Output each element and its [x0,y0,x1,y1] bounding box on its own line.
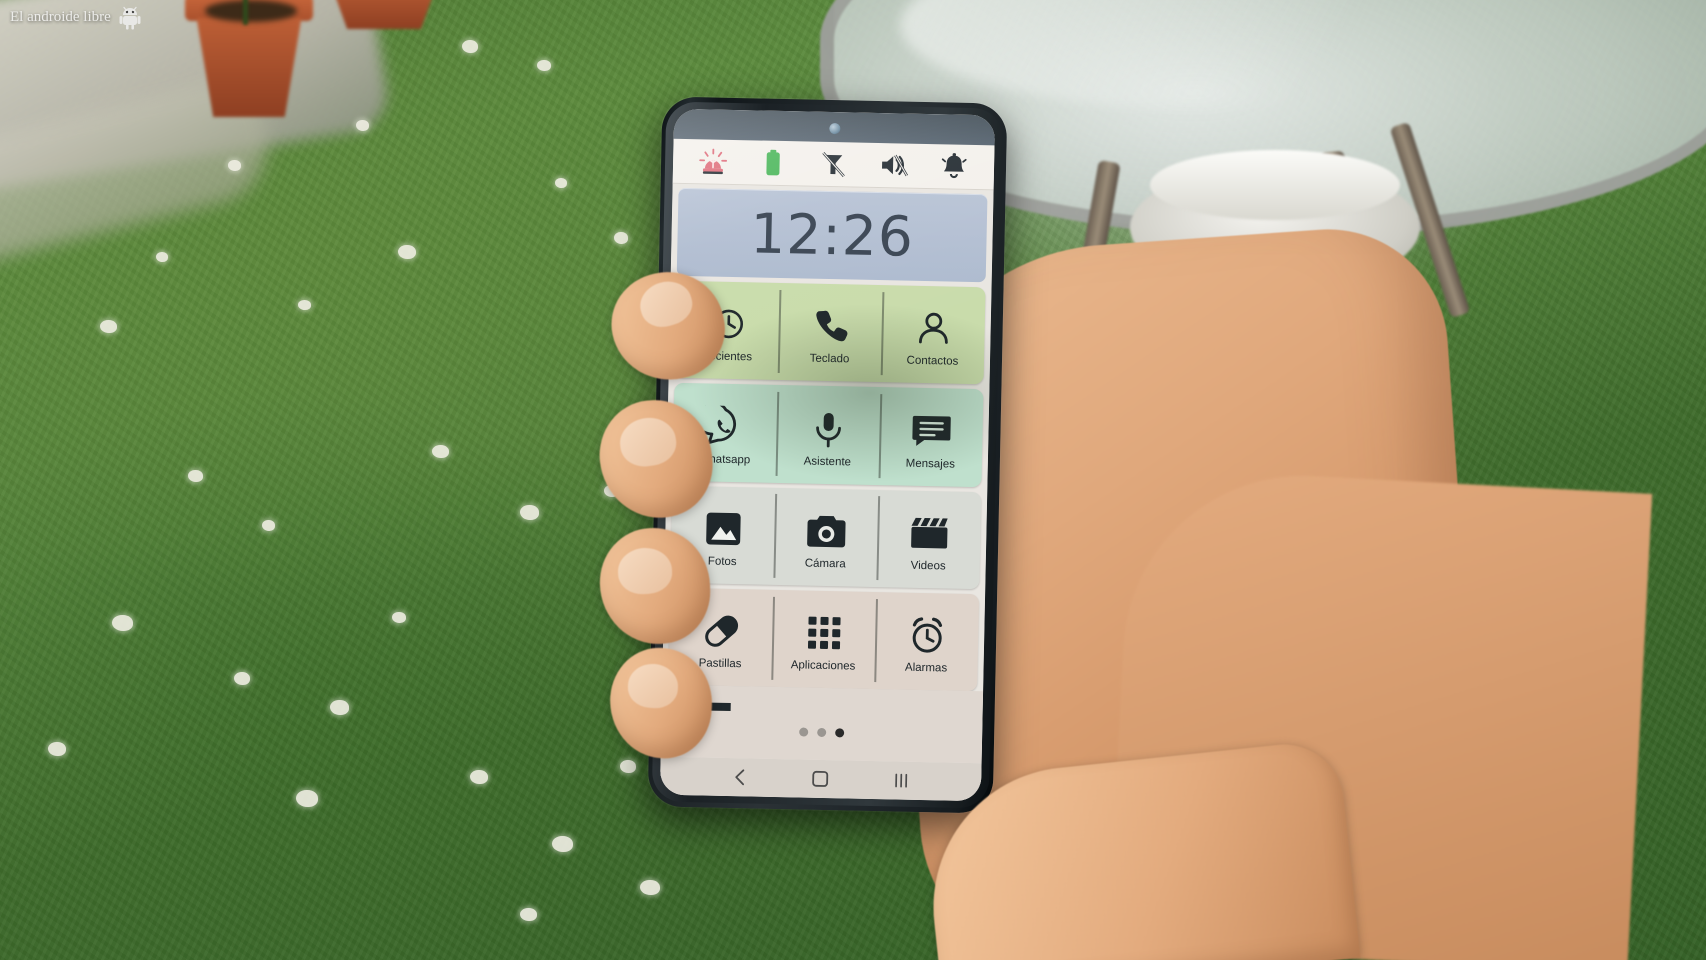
app-row-tools: Pastillas Aplicaciones Alarmas [668,587,980,692]
page-dot[interactable] [799,727,809,737]
battery-full-icon[interactable] [756,147,791,178]
app-label: Aplicaciones [790,659,856,673]
watermark-text: El androide libre [10,8,111,25]
screenshot-scene: 12:26 Recientes Teclado Contactos Whatsa… [0,0,1706,960]
petal [520,908,537,921]
petal [262,520,275,531]
petal [330,700,349,715]
whatsapp-icon [703,403,747,450]
petal [640,880,660,895]
watermark: El androide libre [10,4,143,30]
petal [620,760,636,773]
app-tile-videos[interactable]: Videos [876,490,981,589]
petal [614,232,628,244]
android-recents-icon[interactable] [892,771,910,789]
petal [100,320,117,333]
app-label: Pastillas [698,657,742,671]
app-tile-contactos[interactable]: Contactos [881,285,986,384]
microphone-icon [808,405,849,452]
petal [537,60,551,71]
petal [462,40,478,53]
petal [228,160,241,171]
petal [188,470,203,482]
page-dot[interactable] [817,727,827,738]
petal [555,178,567,188]
phone-handset-icon [810,303,851,350]
volume-mute-icon[interactable] [876,150,911,181]
front-camera-icon [828,122,840,135]
page-dot-active[interactable] [835,728,845,738]
android-navigation-bar [659,756,982,802]
app-row-media: Fotos Cámara Videos [670,485,982,589]
petal [298,300,311,310]
pill-capsule-icon [699,607,742,654]
app-label: Teclado [809,352,850,366]
petal [392,612,406,623]
camera-icon [803,507,848,554]
apps-grid-icon [803,610,844,657]
table-base-top [1150,150,1400,220]
plant-stem [243,0,248,25]
petal [552,836,573,852]
app-row-messaging: Whatsapp Asistente Mensajes [672,383,984,487]
clock-time: 12:26 [749,201,915,269]
app-label: Asistente [803,455,852,469]
status-bar [672,138,995,191]
petal [432,445,449,458]
petal [398,245,416,259]
app-tile-alarmas[interactable]: Alarmas [874,592,979,691]
app-label: Videos [910,559,946,573]
app-tile-mensajes[interactable]: Mensajes [878,387,983,486]
app-tile-camara[interactable]: Cámara [773,487,878,586]
android-back-icon[interactable] [732,768,748,786]
flower-pot-right [318,0,450,30]
app-tile-teclado[interactable]: Teclado [778,283,883,382]
petal [356,120,369,131]
app-label: Cámara [804,557,846,571]
app-tile-asistente[interactable]: Asistente [775,385,880,484]
message-lines-icon [910,407,953,454]
pot-soil-left [205,0,297,22]
person-contact-icon [913,305,954,352]
petal [470,770,488,784]
petal [156,252,168,262]
emergency-siren-icon[interactable] [696,146,731,177]
clock-widget[interactable]: 12:26 [676,187,988,283]
petal [48,742,66,756]
alarm-clock-icon [905,612,948,659]
app-label: Alarmas [904,661,948,675]
flashlight-off-icon[interactable] [816,149,851,180]
android-home-icon[interactable] [811,770,829,788]
alarm-bell-icon[interactable] [937,151,972,182]
clapperboard-icon [907,510,950,557]
petal [520,505,539,520]
petal [112,615,133,631]
app-label: Mensajes [905,457,956,471]
petal [234,672,250,685]
android-robot-icon [117,4,143,30]
app-label: Contactos [906,355,959,369]
app-tile-aplicaciones[interactable]: Aplicaciones [771,590,876,689]
petal [296,790,318,807]
photo-mountain-icon [702,505,743,552]
app-label: Fotos [707,555,737,568]
